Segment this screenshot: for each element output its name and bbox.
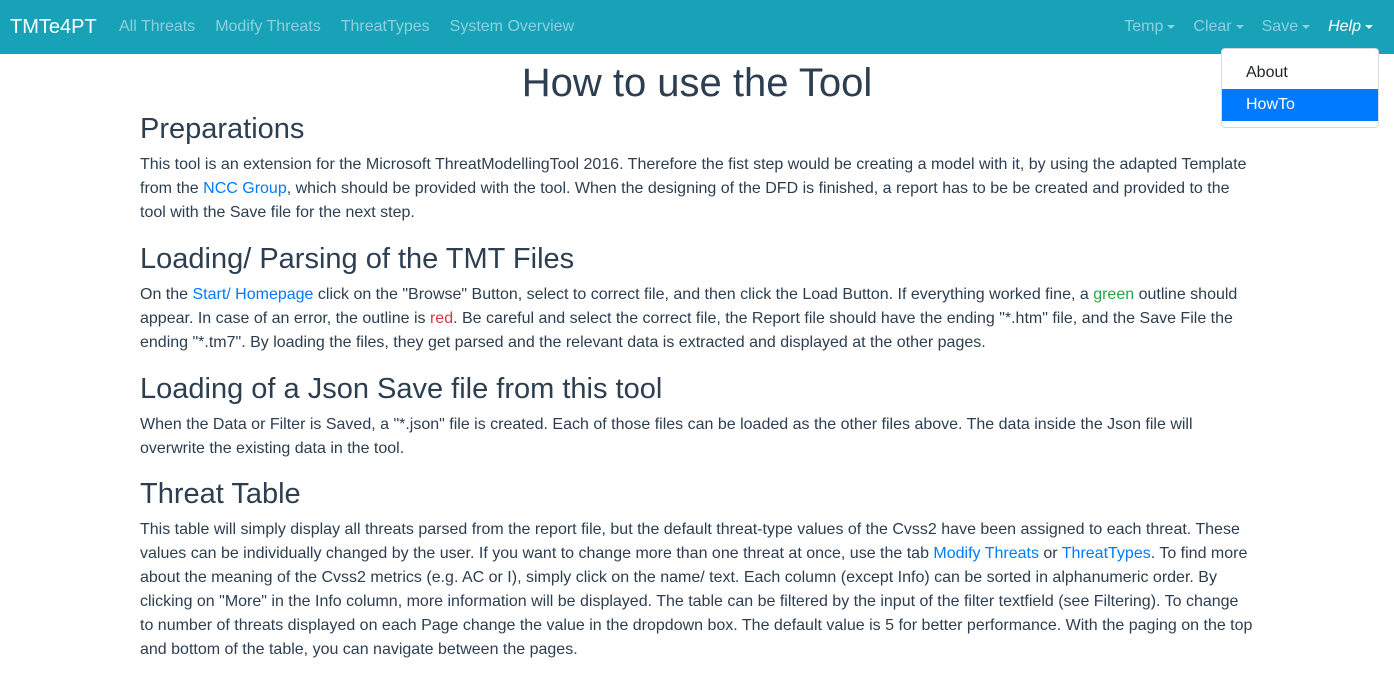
nav-all-threats[interactable]: All Threats bbox=[119, 17, 195, 37]
dropdown-save[interactable]: Save bbox=[1261, 17, 1311, 37]
dropdown-clear-label: Clear bbox=[1193, 18, 1232, 35]
nav-system-overview[interactable]: System Overview bbox=[450, 17, 574, 37]
link-start-homepage[interactable]: Start/ Homepage bbox=[192, 286, 313, 303]
dropdown-save-label: Save bbox=[1261, 18, 1299, 35]
caret-down-icon bbox=[1302, 25, 1311, 29]
text-span: or bbox=[1038, 545, 1062, 562]
section-text-threat-table: This table will simply display all threa… bbox=[140, 518, 1254, 662]
link-modify-threats[interactable]: Modify Threats bbox=[933, 545, 1039, 562]
text-span: click on the "Browse" Button, select to … bbox=[313, 286, 1094, 303]
menu-item-about[interactable]: About bbox=[1222, 57, 1378, 89]
section-title-loading: Loading/ Parsing of the TMT Files bbox=[140, 243, 575, 275]
section-title-preparations: Preparations bbox=[140, 113, 305, 145]
nav-links: All Threats Modify Threats ThreatTypes S… bbox=[119, 17, 594, 37]
section-text-preparations: This tool is an extension for the Micros… bbox=[140, 153, 1254, 225]
text-span: On the bbox=[140, 286, 193, 303]
text-red: red bbox=[429, 310, 454, 327]
link-threat-types[interactable]: ThreatTypes bbox=[1062, 545, 1151, 562]
caret-down-icon bbox=[1167, 25, 1176, 29]
dropdown-help[interactable]: Help bbox=[1328, 17, 1373, 37]
dropdown-help-label: Help bbox=[1328, 18, 1361, 35]
menu-item-howto[interactable]: HowTo bbox=[1222, 89, 1378, 121]
section-text-loading: On the Start/ Homepage click on the "Bro… bbox=[140, 283, 1254, 355]
dropdown-temp-label: Temp bbox=[1124, 18, 1164, 35]
caret-down-icon bbox=[1365, 25, 1373, 29]
section-title-threat-table: Threat Table bbox=[140, 478, 301, 510]
dropdown-clear[interactable]: Clear bbox=[1193, 17, 1244, 37]
text-green: green bbox=[1093, 286, 1135, 303]
dropdown-temp[interactable]: Temp bbox=[1124, 17, 1176, 37]
page-title: How to use the Tool bbox=[521, 61, 873, 105]
section-title-json: Loading of a Json Save file from this to… bbox=[140, 373, 663, 405]
section-text-json: When the Data or Filter is Saved, a "*.j… bbox=[140, 413, 1254, 461]
text-span: When the Data or Filter is Saved, a "*.j… bbox=[140, 416, 1193, 457]
nav-dropdowns: Temp Clear Save Help bbox=[1106, 17, 1373, 37]
text-span: , which should be provided with the tool… bbox=[140, 180, 1230, 221]
nav-threat-types[interactable]: ThreatTypes bbox=[341, 17, 430, 37]
help-dropdown-menu: About HowTo bbox=[1221, 48, 1379, 128]
link-ncc-group[interactable]: NCC Group bbox=[203, 180, 287, 197]
nav-modify-threats[interactable]: Modify Threats bbox=[215, 17, 321, 37]
brand-link[interactable]: TMTe4PT bbox=[10, 15, 97, 39]
navbar: TMTe4PT All Threats Modify Threats Threa… bbox=[0, 0, 1394, 54]
caret-down-icon bbox=[1235, 25, 1244, 29]
